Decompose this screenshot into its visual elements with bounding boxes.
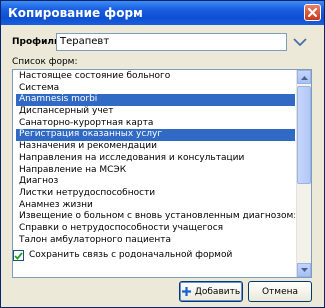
copy-forms-dialog: Копирование форм Профиль: Терапевт Списо… [0, 0, 325, 308]
list-item[interactable]: Талон амбулаторного пациента [16, 235, 295, 247]
link-option-checkbox[interactable] [13, 250, 24, 261]
list-item[interactable]: Анамнез жизни [16, 200, 295, 212]
scroll-down-button[interactable] [297, 263, 311, 277]
cancel-button-label: Отмена [261, 286, 299, 297]
list-item[interactable]: Anamnesis morbi [16, 94, 295, 107]
add-button-label: Добавить [194, 286, 241, 297]
arrow-up-icon [300, 75, 308, 80]
add-button[interactable]: Добавить [179, 281, 243, 302]
link-option-label: Сохранить связь с родоначальной формой [29, 250, 233, 260]
title-bar[interactable]: Копирование форм [1, 1, 324, 25]
profile-dropdown-button[interactable] [291, 34, 309, 50]
close-icon [308, 8, 317, 17]
list-item[interactable]: Листки нетрудоспособности [16, 188, 295, 200]
scroll-up-button[interactable] [297, 70, 311, 84]
list-item[interactable]: Извещение о больном с вновь установленны… [16, 211, 295, 223]
list-item[interactable]: Диагноз [16, 176, 295, 188]
profile-field[interactable]: Терапевт [56, 33, 287, 51]
window-title: Копирование форм [8, 6, 143, 20]
list-item[interactable]: Направления на исследования и консультац… [16, 153, 295, 165]
forms-list-rows: Настоящее состояние больного Система Anamn… [16, 71, 295, 246]
list-item[interactable]: Диспансерный учет [16, 106, 295, 118]
check-icon [14, 251, 23, 260]
list-item[interactable]: Санаторно-курортная карта [16, 118, 295, 130]
list-item[interactable]: Справки о нетрудоспособности учащегося [16, 223, 295, 235]
list-item[interactable]: Настоящее состояние больного [16, 71, 295, 83]
close-button[interactable] [304, 4, 321, 21]
forms-list[interactable]: Настоящее состояние больного Система Anamn… [12, 69, 312, 278]
list-item[interactable]: Назначения и рекомендации [16, 141, 295, 153]
chevron-down-icon [293, 38, 307, 46]
cancel-button[interactable]: Отмена [248, 281, 312, 302]
add-icon [181, 287, 191, 296]
list-item[interactable]: Система [16, 83, 295, 95]
vertical-scrollbar[interactable] [296, 70, 311, 277]
scroll-thumb[interactable] [297, 86, 311, 184]
list-item[interactable]: Направление на МСЭК [16, 165, 295, 177]
arrow-down-icon [300, 267, 308, 272]
list-item[interactable]: Регистрация оказанных услуг [16, 129, 295, 142]
forms-list-label: Список форм: [12, 57, 78, 67]
